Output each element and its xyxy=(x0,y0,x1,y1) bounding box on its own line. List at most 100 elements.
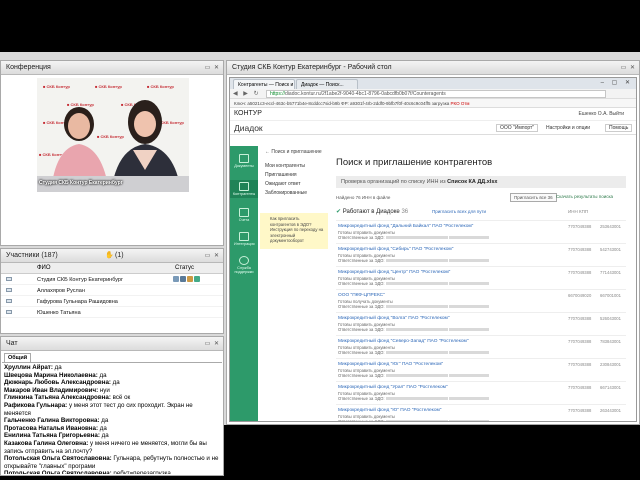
sidebar-label: Контрагенты xyxy=(232,192,256,196)
panel-controls-icon[interactable]: ▭ ✕ xyxy=(205,61,220,75)
kontur-topnav: КОНТУР Ешенко О.А. Выйти xyxy=(230,108,636,121)
settings-link[interactable]: Настройки и опции xyxy=(546,125,590,131)
redacted-field xyxy=(448,328,489,332)
contractor-kpp: 526043001 xyxy=(600,316,621,321)
chat-title: Чат xyxy=(6,340,18,347)
contractor-name[interactable]: Микрокредитный фонд "Урал" ПАО "Ростелек… xyxy=(338,385,448,390)
contractor-row[interactable]: Микрокредитный фонд "Ю" ПАО "Ростелеком"… xyxy=(336,404,626,421)
chat-message: Казакова Галина Олеговна: у меня ничего … xyxy=(4,440,220,455)
contractor-row[interactable]: Микрокредитный фонд "Волга" ПАО "Ростеле… xyxy=(336,312,626,335)
panel-controls-icon[interactable]: ▭ ✕ xyxy=(205,337,220,351)
responsible-label: Ответственные за ЭДО: xyxy=(338,281,385,286)
video-feed: ■ СКБ Контур ■ СКБ Контур ■ СКБ Контур ■ С… xyxy=(37,78,189,192)
contractor-name[interactable]: ООО "ПКФ-ЦПРЕКС" xyxy=(338,293,385,298)
contractor-name[interactable]: Микрокредитный фонд "Северо-Запад" ПАО "… xyxy=(338,339,469,344)
col-status: Статус xyxy=(175,265,194,271)
user-menu[interactable]: Ешенко О.А. Выйти xyxy=(579,111,625,117)
app-name: Диадок xyxy=(234,123,263,133)
kontur-logo: КОНТУР xyxy=(234,110,262,117)
help-button[interactable]: Помощь xyxy=(605,124,633,132)
window-controls-icon[interactable]: – ▢ ✕ xyxy=(601,79,633,86)
contractor-row[interactable]: Микрокредитный фонд "Сибирь" ПАО "Ростел… xyxy=(336,243,626,266)
message-author: Гальченко Галина Викторовна: xyxy=(4,417,100,425)
menu-item[interactable]: Ожидают ответ xyxy=(260,180,328,189)
contractor-name[interactable]: Микрокредитный фонд "Волга" ПАО "Ростеле… xyxy=(338,316,450,321)
url-text: diadoc.kontur.ru/2f1abe2f-9040-4bc1-8796… xyxy=(285,91,446,97)
message-author: Глинкина Татьяна Александровна: xyxy=(4,394,111,402)
contractor-row[interactable]: Микрокредитный фонд "Урал" ПАО "Ростелек… xyxy=(336,381,626,404)
menu-item[interactable]: Заблокированные xyxy=(260,189,328,198)
responsible-label: Ответственные за ЭДО: xyxy=(338,235,385,240)
message-author: Хруллин Айрат: xyxy=(4,364,53,371)
integration-icon xyxy=(239,232,249,241)
browser-tab[interactable]: Диадок — Поиск... xyxy=(296,79,358,89)
contractor-kpp: 230843001 xyxy=(600,362,621,367)
contractor-name[interactable]: Микрокредитный фонд "Сибирь" ПАО "Ростел… xyxy=(338,247,453,252)
message-text: да xyxy=(52,364,62,371)
message-author: Дюжнарь Любовь Александровна: xyxy=(4,379,111,387)
contractor-name[interactable]: Микрокредитный фонд "Ю" ПАО "Ростелеком" xyxy=(338,408,442,413)
contractor-inn: 7707049388 xyxy=(568,339,592,344)
org-select[interactable]: ООО "Импорт" xyxy=(496,124,539,132)
download-link[interactable]: Скачать результаты поиска xyxy=(556,194,613,199)
conference-title: Конференция xyxy=(6,64,51,71)
sidebar-item-support[interactable]: Служба поддержки xyxy=(234,256,254,274)
raised-hand-count: (1) xyxy=(115,252,124,259)
contractor-row[interactable]: Микрокредитный фонд "Центр" ПАО "Ростеле… xyxy=(336,266,626,289)
sidebar-label: Документы xyxy=(234,164,254,168)
contractor-name[interactable]: Микрокредитный фонд "Юг" ПАО "Ростелеком… xyxy=(338,362,443,367)
contractors-menu: ← Поиск и приглашение Мои контрагенты Пр… xyxy=(260,148,328,198)
sidebar-item-contractors[interactable]: Контрагенты xyxy=(230,180,258,198)
chat-message: Дюжнарь Любовь Александровна: да xyxy=(4,379,220,387)
support-icon xyxy=(239,256,249,265)
sidebar-item-integration[interactable]: Интеграция xyxy=(234,232,255,246)
contractor-kpp: 263443001 xyxy=(600,408,621,413)
sidebar-item-documents[interactable]: Документы xyxy=(234,154,254,168)
contractor-responsible: Ответственные за ЭДО: xyxy=(338,350,489,355)
redacted-field xyxy=(385,351,448,355)
contractor-name[interactable]: Микрокредитный фонд "Дальний Байкал" ПАО… xyxy=(338,224,473,229)
redacted-field xyxy=(448,282,489,286)
redacted-field xyxy=(385,259,448,263)
panel-controls-icon[interactable]: ▭ ✕ xyxy=(621,61,636,75)
contractor-inn: 7707049388 xyxy=(568,362,592,367)
url-field[interactable]: https://diadoc.kontur.ru/2f1abe2f-9040-4… xyxy=(266,90,606,98)
svg-text:■ СКБ Контур: ■ СКБ Контур xyxy=(67,102,94,107)
panel-controls-icon[interactable]: ▭ ✕ xyxy=(205,249,220,263)
sidebar-label: Служба поддержки xyxy=(234,266,254,274)
invite-all-button[interactable]: Пригласить все 36 xyxy=(510,193,557,202)
participant-row[interactable]: Юшенко Татьяна xyxy=(1,307,223,318)
shared-browser: Контрагенты — Поиск и ... Диадок — Поиск… xyxy=(229,77,637,422)
participant-icon xyxy=(6,310,12,314)
contractor-row[interactable]: ООО "ПКФ-ЦПРЕКС" Готовы получать документ… xyxy=(336,289,626,312)
participant-row[interactable]: Гафурова Гульнара Рашидовна xyxy=(1,296,223,307)
message-author: Потольская Ольга Святославовна: xyxy=(4,470,112,474)
help-tip[interactable]: Как пригласить контрагентов в ЭДО? Инстр… xyxy=(260,213,328,249)
menu-item[interactable]: Приглашения xyxy=(260,171,328,180)
contractor-name[interactable]: Микрокредитный фонд "Центр" ПАО "Ростеле… xyxy=(338,270,450,275)
participants-panel: Участники (187) ✋ (1) ▭ ✕ ФИО Статус Сту… xyxy=(0,248,224,334)
nav-buttons-icon[interactable]: ◀ ▶ ↻ xyxy=(233,90,261,97)
bookmarks-text[interactable]: Ключ: a5021c3-eccl-463c-b5771b4e-8cddcc7… xyxy=(234,101,449,106)
browser-tab[interactable]: Контрагенты — Поиск и ... xyxy=(233,79,295,89)
redacted-field xyxy=(448,351,489,355)
chat-tab-general[interactable]: Общий xyxy=(4,353,32,362)
bookmarks-red[interactable]: РКО Отм xyxy=(451,101,470,106)
contractor-row[interactable]: Микрокредитный фонд "Юг" ПАО "Ростелеком… xyxy=(336,358,626,381)
contractor-inn: 7707049388 xyxy=(568,385,592,390)
participant-name: Студия СКБ Контур Екатеринбург xyxy=(37,276,123,283)
works-title: Работают в Диадоке xyxy=(342,209,400,215)
redacted-field xyxy=(448,420,489,421)
studio-video-image: ■ СКБ Контур ■ СКБ Контур ■ СКБ Контур ■ С… xyxy=(37,78,189,192)
participant-icon xyxy=(6,299,12,303)
contractor-responsible: Ответственные за ЭДО: xyxy=(338,281,489,286)
sidebar-item-invoices[interactable]: Счета xyxy=(234,208,254,222)
participant-row[interactable]: Аллахяров Руслан xyxy=(1,285,223,296)
redacted-field xyxy=(385,397,448,401)
contractor-row[interactable]: Микрокредитный фонд "Дальний Байкал" ПАО… xyxy=(336,220,626,243)
menu-back-link[interactable]: ← Поиск и приглашение xyxy=(260,148,328,157)
participant-row[interactable]: Студия СКБ Контур Екатеринбург xyxy=(1,274,223,285)
menu-item[interactable]: Мои контрагенты xyxy=(260,162,328,171)
contractor-row[interactable]: Микрокредитный фонд "Северо-Запад" ПАО "… xyxy=(336,335,626,358)
invite-link[interactable]: Пригласить всех для пути xyxy=(432,209,486,214)
